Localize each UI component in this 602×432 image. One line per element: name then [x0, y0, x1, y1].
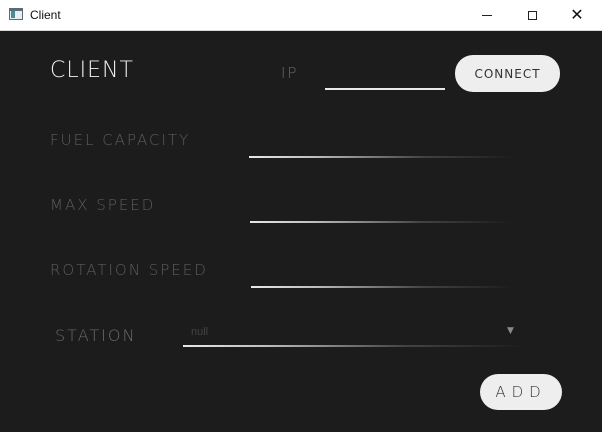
- window-titlebar: Client ✕: [0, 0, 602, 31]
- maximize-button[interactable]: [509, 0, 555, 30]
- station-label: STATION: [55, 326, 137, 345]
- fuel-capacity-input[interactable]: [249, 156, 514, 158]
- close-button[interactable]: ✕: [554, 0, 600, 30]
- ip-label: IP: [281, 64, 299, 82]
- add-button[interactable]: ADD: [480, 374, 562, 410]
- page-title: CLIENT: [50, 58, 134, 83]
- minimize-icon: [482, 14, 492, 16]
- chevron-down-icon: ▼: [507, 326, 514, 336]
- station-selected-value: null: [191, 326, 209, 338]
- station-select[interactable]: null ▼: [183, 322, 523, 346]
- fuel-capacity-label: FUEL CAPACITY: [50, 131, 191, 149]
- rotation-speed-label: ROTATION SPEED: [50, 261, 208, 279]
- connect-button[interactable]: CONNECT: [455, 55, 560, 92]
- ip-input[interactable]: [325, 64, 445, 90]
- close-icon: ✕: [570, 5, 584, 24]
- max-speed-input[interactable]: [250, 221, 512, 223]
- window-title: Client: [30, 8, 61, 22]
- window-app-icon: [9, 8, 23, 20]
- max-speed-label: MAX SPEED: [50, 196, 156, 214]
- maximize-icon: [527, 10, 537, 20]
- rotation-speed-input[interactable]: [251, 286, 514, 288]
- station-underline: [183, 345, 523, 347]
- minimize-button[interactable]: [464, 0, 510, 30]
